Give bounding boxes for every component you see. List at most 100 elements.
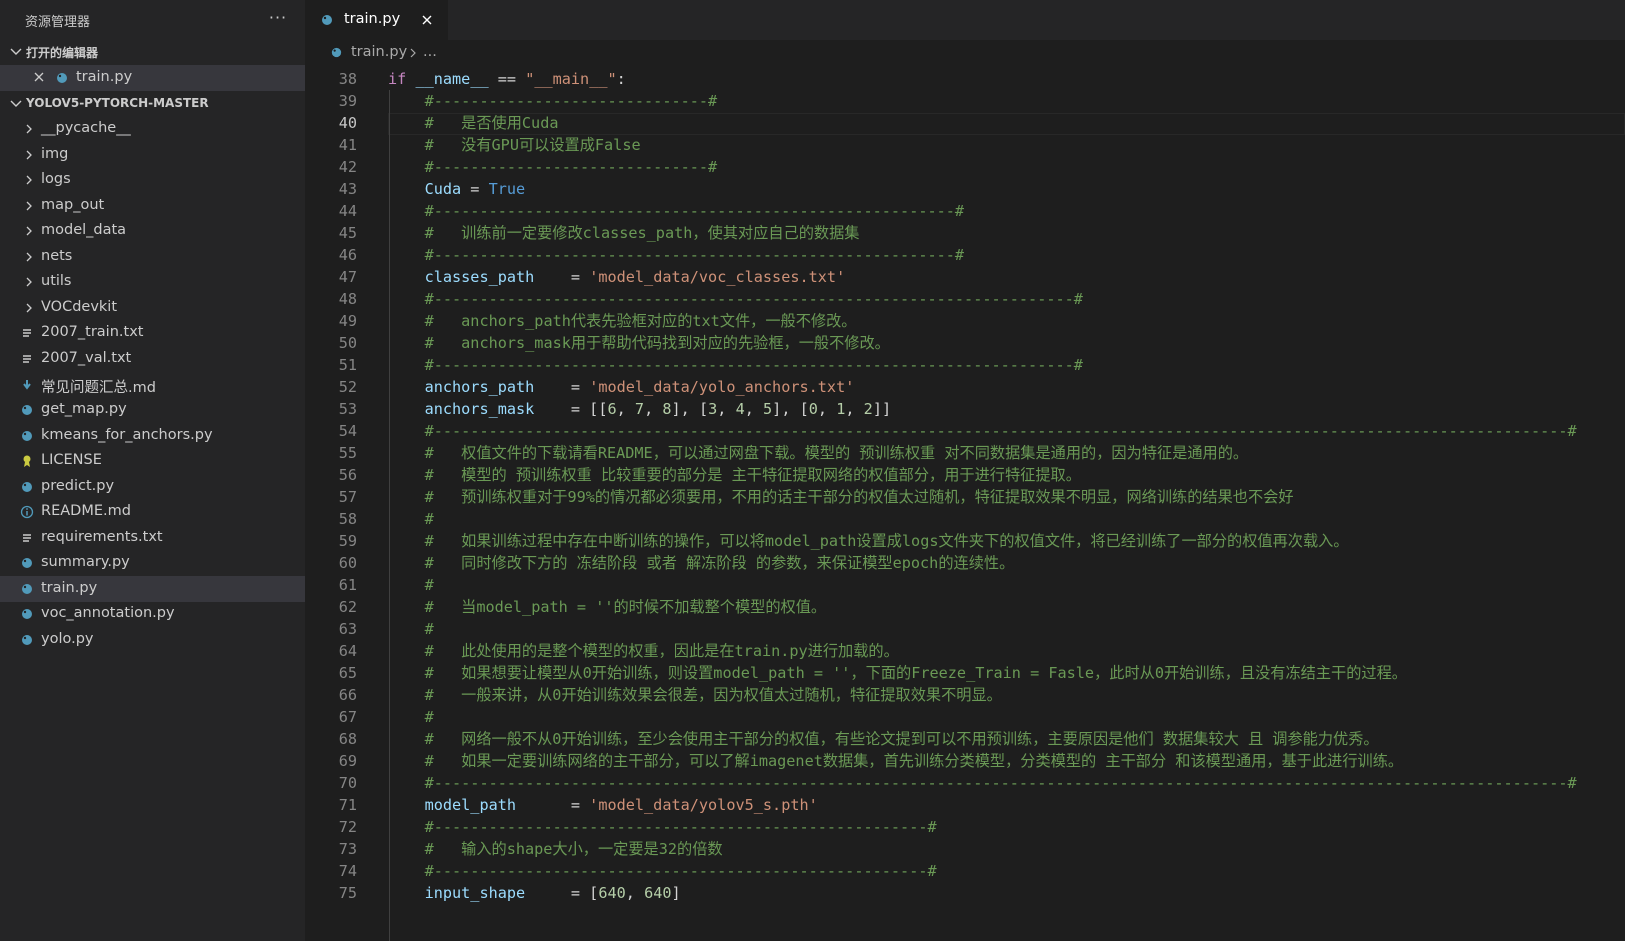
code-line: 62 # 当model_path = ''的时候不加载整个模型的权值。 (305, 596, 1625, 619)
tree-folder-item[interactable]: nets (0, 244, 305, 270)
line-number: 43 (338, 180, 357, 198)
close-icon[interactable] (420, 13, 434, 27)
code-line: 73 # 输入的shape大小，一定要是32的倍数 (305, 838, 1625, 861)
tree-file-item[interactable]: get_map.py (0, 397, 305, 423)
tree-file-item[interactable]: summary.py (0, 550, 305, 576)
tree-file-item[interactable]: 2007_val.txt (0, 346, 305, 372)
tree-item-name: img (41, 145, 69, 162)
tree-folder-item[interactable]: map_out (0, 193, 305, 219)
tree-file-item[interactable]: kmeans_for_anchors.py (0, 423, 305, 449)
line-number: 68 (338, 730, 357, 748)
code-token: 5 (763, 400, 773, 418)
close-icon[interactable] (32, 70, 46, 84)
code-line: 42 #------------------------------# (305, 156, 1625, 179)
project-section-header[interactable]: YOLOV5-PYTORCH-MASTER (0, 91, 305, 117)
code-text: #---------------------------------------… (388, 244, 964, 267)
code-text: #---------------------------------------… (388, 860, 937, 883)
code-token: # anchors_mask用于帮助代码找到对应的先验框，一般不修改。 (424, 334, 890, 352)
tree-file-item[interactable]: README.md (0, 499, 305, 525)
code-token: True (488, 180, 526, 198)
code-editor[interactable]: 38 if __name__ == "__main__": 39 #--------… (305, 68, 1625, 941)
chevron-right-icon (26, 226, 32, 236)
line-number: 42 (338, 158, 357, 176)
code-text: # 一般来讲，从0开始训练效果会很差，因为权值太过随机，特征提取效果不明显。 (388, 684, 1002, 707)
tree-item-name: __pycache__ (41, 120, 131, 136)
code-token: , (644, 400, 663, 418)
code-line: 49 # anchors_path代表先验框对应的txt文件，一般不修改。 (305, 310, 1625, 333)
tree-folder-item[interactable]: utils (0, 269, 305, 295)
code-token: , (625, 884, 645, 902)
code-line: 43 Cuda = True (305, 178, 1625, 201)
more-actions-button[interactable]: ··· (266, 6, 290, 30)
code-token: 6 (607, 400, 617, 418)
tree-file-item[interactable]: LICENSE (0, 448, 305, 474)
tree-item-name: LICENSE (41, 452, 102, 469)
tree-file-item[interactable]: 2007_train.txt (0, 320, 305, 346)
code-token: #---------------------------------------… (424, 246, 965, 264)
code-token: # (424, 510, 434, 528)
breadcrumb: train.py ... (305, 40, 1625, 68)
code-line: 47 classes_path = 'model_data/voc_classe… (305, 266, 1625, 289)
code-token: # 如果训练过程中存在中断训练的操作，可以将model_path设置成logs文… (424, 532, 1349, 550)
code-token: # 如果一定要训练网络的主干部分，可以了解imagenet数据集，首先训练分类模… (424, 752, 1404, 770)
code-text: anchors_path = 'model_data/yolo_anchors.… (388, 376, 855, 399)
code-token: , (817, 400, 837, 418)
code-token: 3 (708, 400, 718, 418)
tree-folder-item[interactable]: model_data (0, 218, 305, 244)
code-token: ] (671, 884, 681, 902)
code-line: 52 anchors_path = 'model_data/yolo_ancho… (305, 376, 1625, 399)
code-token: 8 (662, 400, 672, 418)
tree-folder-item[interactable]: VOCdevkit (0, 295, 305, 321)
tree-file-item[interactable]: 常见问题汇总.md (0, 372, 305, 398)
code-token: if (388, 70, 407, 88)
tree-file-item[interactable]: train.py (0, 575, 305, 602)
code-text: # 同时修改下方的 冻结阶段 或者 解冻阶段 的参数，来保证模型epoch的连续… (388, 552, 1015, 575)
tree-item-name: requirements.txt (41, 528, 163, 545)
open-editors-section-header[interactable]: 打开的编辑器 (0, 39, 305, 65)
code-token: 2 (863, 400, 873, 418)
tree-file-item[interactable]: yolo.py (0, 627, 305, 653)
code-text: #---------------------------------------… (388, 816, 937, 839)
tree-folder-item[interactable]: __pycache__ (0, 116, 305, 142)
tree-file-item[interactable]: voc_annotation.py (0, 601, 305, 627)
line-number: 71 (338, 796, 357, 814)
line-number: 53 (338, 400, 357, 418)
tab-label: train.py (344, 11, 401, 27)
tree-folder-item[interactable]: logs (0, 167, 305, 193)
open-editor-item[interactable]: train.py (0, 65, 305, 91)
chevron-right-icon (26, 252, 32, 262)
code-token: # 同时修改下方的 冻结阶段 或者 解冻阶段 的参数，来保证模型epoch的连续… (424, 554, 1015, 572)
line-number: 60 (338, 554, 357, 572)
code-token: #---------------------------------------… (424, 774, 1577, 792)
code-text: #------------------------------# (388, 156, 718, 179)
line-number: 39 (338, 92, 357, 110)
tree-folder-item[interactable]: img (0, 142, 305, 168)
code-token: # 是否使用Cuda (424, 114, 559, 132)
code-token: , (717, 400, 736, 418)
code-line: 57 # 预训练权重对于99%的情况都必须要用，不用的话主干部分的权值太过随机，… (305, 486, 1625, 509)
code-line: 38 if __name__ == "__main__": (305, 68, 1625, 91)
line-number: 54 (338, 422, 357, 440)
code-text: # anchors_mask用于帮助代码找到对应的先验框，一般不修改。 (388, 332, 890, 355)
python-icon (22, 609, 32, 620)
code-token: = (461, 180, 489, 198)
tree-file-item[interactable]: requirements.txt (0, 525, 305, 551)
breadcrumb-more[interactable]: ... (423, 44, 437, 60)
code-token: # 模型的 预训练权重 比较重要的部分是 主干特征提取网络的权值部分，用于进行特… (424, 466, 1081, 484)
tree-file-item[interactable]: predict.py (0, 474, 305, 500)
markdown-icon (23, 379, 31, 390)
breadcrumb-file[interactable]: train.py (351, 44, 407, 60)
tab-train-py[interactable]: train.py (305, 0, 448, 40)
